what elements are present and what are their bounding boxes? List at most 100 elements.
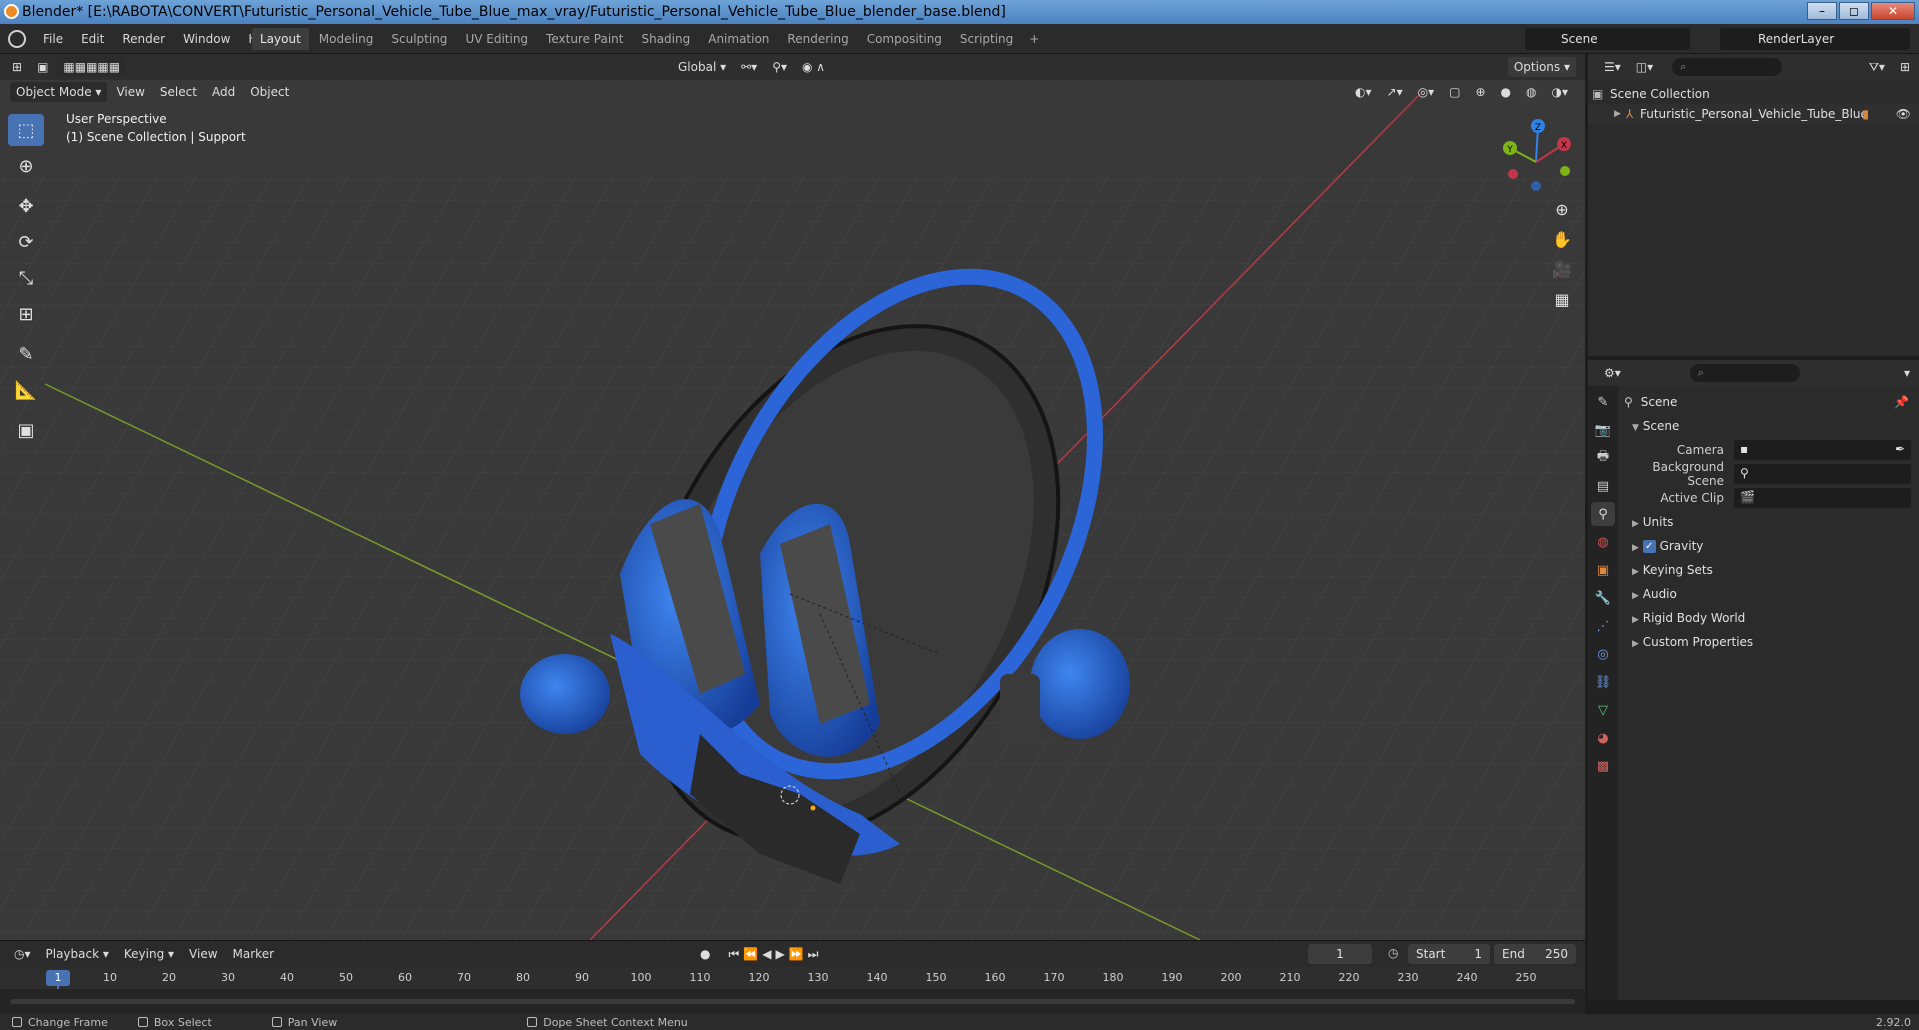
scene-selector[interactable]: Scene xyxy=(1525,28,1690,50)
timeline-scrollbar[interactable] xyxy=(10,999,1575,1004)
rotate-tool-icon[interactable]: ⟳ xyxy=(8,226,44,258)
proportional-edit-icon[interactable]: ◉ ∧ xyxy=(796,57,831,77)
xray-icon[interactable]: ▢ xyxy=(1443,82,1466,102)
output-tab-icon[interactable]: 🖶 xyxy=(1591,446,1615,470)
ortho-grid-icon[interactable]: ▦ xyxy=(1548,285,1576,313)
tab-modeling[interactable]: Modeling xyxy=(311,28,382,50)
gravity-checkbox[interactable]: ✓ xyxy=(1642,540,1656,553)
properties-search-input[interactable]: ⌕ xyxy=(1689,364,1800,382)
start-frame-field[interactable]: Start 1 xyxy=(1408,944,1490,964)
pin-icon[interactable]: 📌 xyxy=(1894,395,1909,409)
menu-view[interactable]: View xyxy=(110,82,150,102)
outliner-search-input[interactable]: ⌕ xyxy=(1672,58,1783,76)
minimize-button[interactable]: – xyxy=(1807,2,1837,20)
camera-view-icon[interactable]: 🎥 xyxy=(1548,255,1576,283)
jump-end-icon[interactable]: ⏭ xyxy=(808,947,819,962)
timeline-body[interactable] xyxy=(0,989,1585,1015)
add-cube-tool-icon[interactable]: ▣ xyxy=(8,414,44,446)
particles-tab-icon[interactable]: ⋰ xyxy=(1591,614,1615,638)
world-tab-icon[interactable]: ◍ xyxy=(1591,530,1615,554)
pan-hand-icon[interactable]: ✋ xyxy=(1548,225,1576,253)
filter-icon[interactable]: ⛛▾ xyxy=(1863,57,1891,77)
solid-shading-icon[interactable]: ● xyxy=(1495,82,1517,102)
jump-start-icon[interactable]: ⏮ xyxy=(728,947,739,962)
display-mode-icon[interactable]: ◫▾ xyxy=(1630,57,1659,77)
material-shading-icon[interactable]: ◍ xyxy=(1520,82,1543,102)
texture-tab-icon[interactable]: ▩ xyxy=(1591,754,1615,778)
record-icon[interactable]: ● xyxy=(700,947,710,962)
new-collection-icon[interactable]: ⊞ xyxy=(1894,57,1916,77)
outliner-item[interactable]: ▶ ⅄ Futuristic_Personal_Vehicle_Tube_Blu… xyxy=(1588,104,1919,124)
units-panel[interactable]: ▶ Units xyxy=(1624,510,1919,534)
play-icon[interactable]: ▶ xyxy=(775,947,784,962)
next-keyframe-icon[interactable]: ⏩ xyxy=(789,947,804,962)
tab-scripting[interactable]: Scripting xyxy=(952,28,1021,50)
timeline-ruler[interactable]: 1 10 20 30 40 50 60 70 80 90 100 110 120 130 140 150 160… xyxy=(0,967,1585,1016)
visibility-icon[interactable]: ◐▾ xyxy=(1349,82,1378,102)
3d-viewport[interactable]: ⊞ ▣ ▦▦▦▦▦ Global ▾ ⚯▾ ⚲▾ ◉ ∧ Options ▾ O… xyxy=(0,54,1585,940)
tab-texture-paint[interactable]: Texture Paint xyxy=(538,28,631,50)
tab-layout[interactable]: Layout xyxy=(252,28,309,50)
scene-panel-header[interactable]: ▼ Scene xyxy=(1624,414,1919,438)
properties-options-icon[interactable]: ▾ xyxy=(1898,363,1916,383)
camera-field[interactable]: ▪ ✒ xyxy=(1734,440,1911,460)
navigation-gizmo[interactable]: Z X Y xyxy=(1490,114,1580,204)
tab-sculpting[interactable]: Sculpting xyxy=(383,28,455,50)
menu-object[interactable]: Object xyxy=(244,82,295,102)
object-tab-icon[interactable]: ▣ xyxy=(1591,558,1615,582)
keying-menu[interactable]: Keying ▾ xyxy=(118,944,180,964)
tool-tab-icon[interactable]: ✎ xyxy=(1591,390,1615,414)
render-tab-icon[interactable]: 📷 xyxy=(1591,418,1615,442)
outliner-editor-type-icon[interactable]: ☰▾ xyxy=(1598,57,1627,77)
constraints-tab-icon[interactable]: ⛓ xyxy=(1591,670,1615,694)
visibility-eye-icon[interactable]: 👁 xyxy=(1896,104,1911,124)
material-tab-icon[interactable]: ◕ xyxy=(1591,726,1615,750)
expand-arrow-icon[interactable]: ▶ xyxy=(1614,104,1621,124)
select-tool-icon[interactable]: ⬚ xyxy=(8,114,44,146)
current-frame-field[interactable]: 1 xyxy=(1308,944,1372,964)
clock-icon[interactable]: ◷ xyxy=(1388,946,1398,960)
outliner-scene-collection[interactable]: ▣ Scene Collection xyxy=(1588,84,1919,104)
current-frame-marker[interactable]: 1 xyxy=(46,970,70,986)
background-scene-field[interactable]: ⚲ xyxy=(1734,464,1911,484)
modifier-tab-icon[interactable]: 🔧 xyxy=(1591,586,1615,610)
end-frame-field[interactable]: End 250 xyxy=(1494,944,1576,964)
tab-shading[interactable]: Shading xyxy=(633,28,698,50)
gravity-panel[interactable]: ▶ ✓ Gravity xyxy=(1624,534,1919,558)
timeline-view-menu[interactable]: View xyxy=(183,944,223,964)
playback-menu[interactable]: Playback ▾ xyxy=(40,944,115,964)
scene-tab-icon[interactable]: ⚲ xyxy=(1591,502,1615,526)
cursor-tool-icon[interactable]: ⊕ xyxy=(8,150,44,182)
mode-selector[interactable]: Object Mode ▾ xyxy=(10,82,108,102)
rigid-body-panel[interactable]: ▶ Rigid Body World xyxy=(1624,606,1919,630)
annotate-tool-icon[interactable]: ✎ xyxy=(8,338,44,370)
properties-editor-type-icon[interactable]: ⚙▾ xyxy=(1598,363,1627,383)
menu-window[interactable]: Window xyxy=(174,32,239,46)
audio-panel[interactable]: ▶ Audio xyxy=(1624,582,1919,606)
pivot-icon[interactable]: ⚯▾ xyxy=(735,57,763,77)
move-tool-icon[interactable]: ✥ xyxy=(8,190,44,222)
transform-tool-icon[interactable]: ⊞ xyxy=(8,298,44,330)
blender-menu-icon[interactable] xyxy=(8,30,26,48)
tab-uv-editing[interactable]: UV Editing xyxy=(457,28,536,50)
scale-tool-icon[interactable]: ⤡ xyxy=(8,262,44,294)
measure-tool-icon[interactable]: 📐 xyxy=(8,374,44,406)
add-workspace-button[interactable]: + xyxy=(1023,28,1045,50)
view-layer-tab-icon[interactable]: ▤ xyxy=(1591,474,1615,498)
options-dropdown[interactable]: Options ▾ xyxy=(1507,57,1576,77)
snap-icon[interactable]: ⚲▾ xyxy=(766,57,793,77)
tab-compositing[interactable]: Compositing xyxy=(859,28,950,50)
data-tab-icon[interactable]: ▽ xyxy=(1591,698,1615,722)
wireframe-shading-icon[interactable]: ⊕ xyxy=(1469,82,1491,102)
rendered-shading-icon[interactable]: ◑▾ xyxy=(1546,82,1575,102)
gizmo-toggle-icon[interactable]: ↗▾ xyxy=(1381,82,1409,102)
menu-select[interactable]: Select xyxy=(154,82,203,102)
maximize-button[interactable]: ◻ xyxy=(1839,2,1869,20)
zoom-icon[interactable]: ⊕ xyxy=(1548,195,1576,223)
play-reverse-icon[interactable]: ◀ xyxy=(762,947,771,962)
menu-edit[interactable]: Edit xyxy=(72,32,113,46)
active-clip-field[interactable]: 🎬 xyxy=(1734,488,1911,508)
keying-sets-panel[interactable]: ▶ Keying Sets xyxy=(1624,558,1919,582)
tab-animation[interactable]: Animation xyxy=(700,28,777,50)
timeline-editor-type-icon[interactable]: ◷▾ xyxy=(8,944,37,964)
